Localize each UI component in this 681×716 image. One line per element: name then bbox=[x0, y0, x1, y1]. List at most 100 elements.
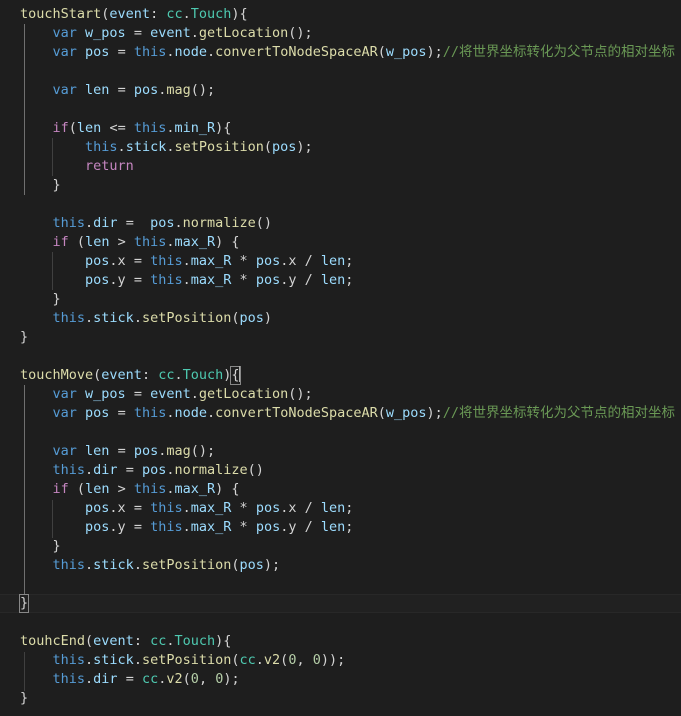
token-punctuation: ( bbox=[377, 405, 386, 421]
token-method: mag bbox=[166, 82, 191, 98]
token-punctuation: . bbox=[133, 652, 142, 668]
token-punctuation: ( bbox=[76, 234, 86, 250]
token-punctuation: . bbox=[182, 519, 191, 535]
code-line[interactable]: var len = pos.mag(); bbox=[0, 442, 681, 461]
token-keyword-this: this bbox=[133, 44, 167, 60]
token-punctuation: .y bbox=[109, 272, 126, 288]
code-line[interactable]: if (len > this.max_R) { bbox=[0, 233, 681, 252]
token-namespace: cc bbox=[166, 6, 183, 22]
token-operator: * bbox=[239, 500, 248, 516]
token-namespace: cc bbox=[158, 367, 175, 383]
code-line[interactable]: } bbox=[0, 689, 681, 708]
code-line[interactable]: } bbox=[0, 537, 681, 556]
code-line[interactable]: touhcEnd(event: cc.Touch){ bbox=[0, 632, 681, 651]
code-line[interactable]: } bbox=[0, 328, 681, 347]
token-property: min_R bbox=[174, 120, 216, 136]
token-operator: = bbox=[117, 443, 126, 459]
token-keyword-this: this bbox=[150, 253, 183, 269]
code-line-blank[interactable] bbox=[0, 100, 681, 119]
code-line-blank[interactable] bbox=[0, 575, 681, 594]
token-punctuation: ; bbox=[345, 253, 354, 269]
token-punctuation: .x bbox=[280, 500, 297, 516]
token-punctuation: .y bbox=[109, 519, 126, 535]
code-line[interactable]: } bbox=[0, 176, 681, 195]
token-punctuation: ; bbox=[345, 519, 354, 535]
token-property: max_R bbox=[190, 519, 232, 535]
token-method: convertToNodeSpaceAR bbox=[215, 44, 378, 60]
code-line[interactable]: var len = pos.mag(); bbox=[0, 81, 681, 100]
code-line[interactable]: this.stick.setPosition(cc.v2(0, 0)); bbox=[0, 651, 681, 670]
token-punctuation: . bbox=[85, 215, 94, 231]
token-punctuation: : bbox=[150, 6, 167, 22]
code-editor[interactable]: touchStart(event: cc.Touch){ var w_pos =… bbox=[0, 0, 681, 716]
token-punctuation: ( bbox=[231, 310, 240, 326]
token-punctuation: . bbox=[133, 310, 142, 326]
code-line[interactable]: this.dir = pos.normalize() bbox=[0, 214, 681, 233]
code-line[interactable]: var pos = this.node.convertToNodeSpaceAR… bbox=[0, 43, 681, 62]
token-variable: w_pos bbox=[85, 386, 126, 402]
token-variable: event bbox=[150, 25, 191, 41]
token-punctuation: ) bbox=[223, 367, 232, 383]
token-keyword-this: this bbox=[52, 557, 86, 573]
code-line[interactable]: var w_pos = event.getLocation(); bbox=[0, 24, 681, 43]
token-variable: len bbox=[85, 481, 110, 497]
code-line[interactable]: } bbox=[0, 290, 681, 309]
code-line-blank[interactable] bbox=[0, 195, 681, 214]
token-punctuation: ){ bbox=[215, 633, 232, 649]
code-line[interactable]: this.dir = cc.v2(0, 0); bbox=[0, 670, 681, 689]
code-line-active[interactable]: } bbox=[0, 594, 681, 613]
code-line[interactable]: this.stick.setPosition(pos); bbox=[0, 138, 681, 157]
code-line[interactable]: pos.x = this.max_R * pos.x / len; bbox=[0, 252, 681, 271]
code-line[interactable]: pos.x = this.max_R * pos.x / len; bbox=[0, 499, 681, 518]
token-punctuation: ; bbox=[345, 272, 354, 288]
token-parameter: event bbox=[109, 6, 151, 22]
code-line[interactable]: this.stick.setPosition(pos); bbox=[0, 556, 681, 575]
token-punctuation: . bbox=[166, 481, 175, 497]
code-line[interactable]: this.dir = pos.normalize() bbox=[0, 461, 681, 480]
token-variable: pos bbox=[272, 139, 297, 155]
token-method: getLocation bbox=[198, 386, 289, 402]
token-keyword-this: this bbox=[52, 310, 86, 326]
token-punctuation: (); bbox=[190, 443, 216, 459]
token-punctuation: . bbox=[207, 44, 216, 60]
token-property: dir bbox=[93, 462, 118, 478]
token-punctuation: ){ bbox=[231, 6, 248, 22]
code-line[interactable]: touchStart(event: cc.Touch){ bbox=[0, 5, 681, 24]
token-variable: pos bbox=[85, 519, 110, 535]
token-punctuation: ) { bbox=[215, 481, 240, 497]
code-line[interactable]: if (len > this.max_R) { bbox=[0, 480, 681, 499]
token-variable: pos bbox=[85, 500, 110, 516]
code-line[interactable]: this.stick.setPosition(pos) bbox=[0, 309, 681, 328]
code-line[interactable]: touchMove(event: cc.Touch){ bbox=[0, 366, 681, 385]
code-line[interactable]: var pos = this.node.convertToNodeSpaceAR… bbox=[0, 404, 681, 423]
token-operator: = bbox=[125, 215, 134, 231]
token-variable: w_pos bbox=[385, 405, 427, 421]
token-keyword-this: this bbox=[133, 405, 167, 421]
token-method: normalize bbox=[182, 215, 256, 231]
code-line-blank[interactable] bbox=[0, 423, 681, 442]
token-punctuation: ( bbox=[76, 481, 86, 497]
code-line[interactable]: pos.y = this.max_R * pos.y / len; bbox=[0, 271, 681, 290]
token-punctuation: ( bbox=[182, 671, 191, 687]
token-keyword-this: this bbox=[133, 120, 167, 136]
code-line[interactable]: return bbox=[0, 157, 681, 176]
token-keyword-this: this bbox=[133, 234, 167, 250]
token-punctuation: ( bbox=[263, 139, 273, 155]
token-punctuation: . bbox=[182, 6, 191, 22]
code-line-blank[interactable] bbox=[0, 62, 681, 81]
token-punctuation: ( bbox=[68, 120, 77, 136]
token-type: Touch bbox=[174, 633, 216, 649]
token-punctuation: ( bbox=[377, 44, 386, 60]
code-line[interactable]: if(len <= this.min_R){ bbox=[0, 119, 681, 138]
code-line[interactable]: var w_pos = event.getLocation(); bbox=[0, 385, 681, 404]
token-operator: = bbox=[125, 462, 134, 478]
code-lines[interactable]: touchStart(event: cc.Touch){ var w_pos =… bbox=[0, 5, 681, 708]
token-keyword-this: this bbox=[52, 215, 86, 231]
token-punctuation: (); bbox=[288, 386, 313, 402]
code-line[interactable]: pos.y = this.max_R * pos.y / len; bbox=[0, 518, 681, 537]
token-namespace: cc bbox=[141, 671, 159, 687]
token-punctuation: )); bbox=[320, 652, 346, 668]
code-line-blank[interactable] bbox=[0, 347, 681, 366]
token-punctuation: : bbox=[141, 367, 159, 383]
code-line-blank[interactable] bbox=[0, 613, 681, 632]
